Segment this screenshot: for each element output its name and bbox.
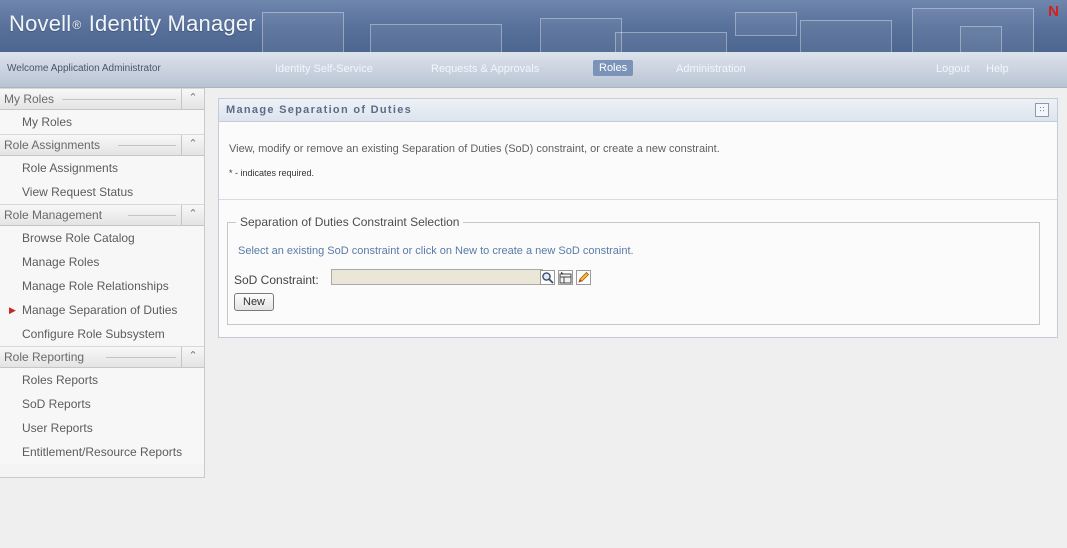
required-note: * - indicates required. (229, 168, 315, 178)
sidebar-item-role-assignments[interactable]: Role Assignments (0, 156, 204, 180)
sidebar-item-label: Manage Separation of Duties (22, 303, 178, 317)
sidebar-section-my-roles[interactable]: My Roles ⌃ (0, 88, 204, 110)
tab-roles[interactable]: Roles (593, 60, 634, 76)
sidebar-item-entitlement-resource-reports[interactable]: Entitlement/Resource Reports (0, 440, 204, 464)
sidebar-section-role-management[interactable]: Role Management ⌃ (0, 204, 204, 226)
banner-decoration (800, 20, 892, 52)
sidebar-item-view-request-status[interactable]: View Request Status (0, 180, 204, 204)
logout-link[interactable]: Logout (936, 63, 970, 75)
sidebar-section-title: Role Reporting (4, 350, 85, 364)
sidebar-item-my-roles[interactable]: My Roles (0, 110, 204, 134)
divider (118, 145, 176, 146)
sidebar-section-role-reporting[interactable]: Role Reporting ⌃ (0, 346, 204, 368)
edit-icon[interactable] (576, 270, 591, 285)
sidebar-item-roles-reports[interactable]: Roles Reports (0, 368, 204, 392)
banner-decoration (262, 12, 344, 52)
double-chevron-up-icon[interactable]: ⌃ (181, 205, 204, 225)
page-description: View, modify or remove an existing Separ… (229, 143, 720, 155)
sidebar-item-manage-role-relationships[interactable]: Manage Role Relationships (0, 274, 204, 298)
brand-product: Identity Manager (82, 11, 256, 36)
sidebar-section-role-assignments[interactable]: Role Assignments ⌃ (0, 134, 204, 156)
history-icon[interactable] (558, 270, 573, 285)
sod-constraint-label: SoD Constraint: (234, 273, 319, 287)
banner-decoration (960, 26, 1002, 52)
divider (219, 199, 1057, 200)
banner-decoration (540, 18, 622, 52)
app-brand: Novell® Identity Manager (9, 11, 256, 37)
double-chevron-up-icon[interactable]: ⌃ (181, 89, 204, 109)
fieldset-legend: Separation of Duties Constraint Selectio… (240, 215, 460, 229)
sod-constraint-fieldset: Separation of Duties Constraint Selectio… (227, 215, 1040, 325)
brand-name: Novell (9, 11, 72, 36)
sidebar-item-manage-separation-of-duties[interactable]: ▶ Manage Separation of Duties (0, 298, 204, 322)
new-sod-button[interactable]: New (234, 293, 275, 311)
page-title: Manage Separation of Duties (226, 104, 413, 116)
tab-requests-approvals[interactable]: Requests & Approvals (431, 63, 539, 75)
help-link[interactable]: Help (986, 63, 1009, 75)
novell-logo-icon: N (1048, 3, 1059, 20)
brand-registered-mark: ® (72, 18, 82, 33)
sidebar-section-title: Role Management (4, 208, 103, 222)
welcome-text: Welcome Application Administrator (7, 63, 161, 74)
manage-sod-panel: Manage Separation of Duties ∷ View, modi… (218, 98, 1058, 338)
banner-decoration (370, 24, 502, 52)
banner-decoration (735, 12, 797, 36)
current-item-arrow-icon: ▶ (9, 305, 16, 315)
divider (62, 99, 176, 100)
sidebar-item-manage-roles[interactable]: Manage Roles (0, 250, 204, 274)
panel-header: Manage Separation of Duties ∷ (219, 99, 1057, 122)
double-chevron-up-icon[interactable]: ⌃ (181, 347, 204, 367)
sidebar-section-title: My Roles (4, 92, 55, 106)
sidebar-item-browse-role-catalog[interactable]: Browse Role Catalog (0, 226, 204, 250)
grid-icon[interactable]: ∷ (1035, 103, 1049, 117)
tab-administration[interactable]: Administration (676, 63, 746, 75)
divider (106, 357, 176, 358)
sidebar-item-configure-role-subsystem[interactable]: Configure Role Subsystem (0, 322, 204, 346)
sidebar-item-sod-reports[interactable]: SoD Reports (0, 392, 204, 416)
search-icon[interactable] (540, 270, 555, 285)
sod-constraint-input[interactable] (331, 269, 543, 285)
double-chevron-up-icon[interactable]: ⌃ (181, 135, 204, 155)
sidebar: My Roles ⌃ My Roles Role Assignments ⌃ R… (0, 88, 205, 478)
sod-hint-text: Select an existing SoD constraint or cli… (238, 245, 634, 257)
sidebar-item-user-reports[interactable]: User Reports (0, 416, 204, 440)
banner-decoration (615, 32, 727, 52)
divider (128, 215, 176, 216)
tab-identity-self-service[interactable]: Identity Self-Service (275, 63, 373, 75)
sidebar-section-title: Role Assignments (4, 138, 101, 152)
top-nav: Welcome Application Administrator Identi… (0, 52, 1067, 88)
header-banner: Novell® Identity Manager N (0, 0, 1067, 52)
